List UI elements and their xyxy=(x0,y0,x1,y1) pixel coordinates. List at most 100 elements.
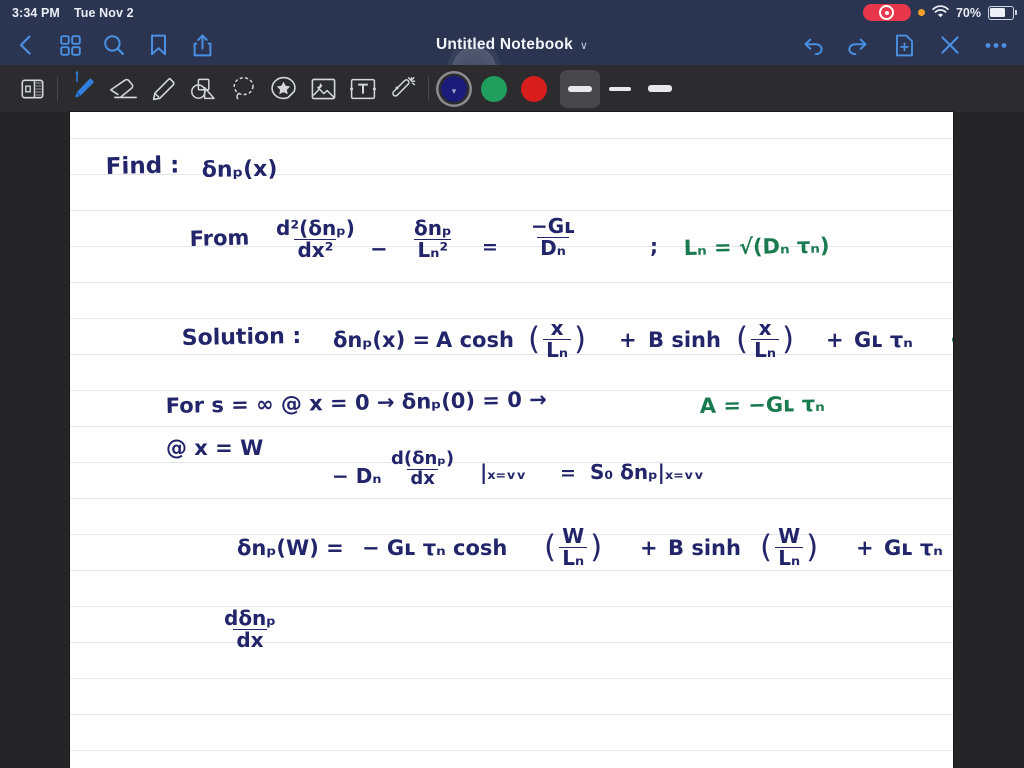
note-eq2-numerator: δnₚ xyxy=(414,216,452,240)
shapes-tool[interactable] xyxy=(183,70,223,108)
wifi-icon xyxy=(932,4,949,21)
note-boundary-condition-1-result: A = −Gʟ τₙ xyxy=(699,391,825,418)
chevron-down-icon: ▾ xyxy=(451,86,457,96)
note-solution-plus2: + xyxy=(826,328,844,352)
status-time: 3:34 PM xyxy=(12,5,60,20)
note-bc2-denominator: dx xyxy=(407,468,438,489)
status-right-cluster: 70% xyxy=(862,4,1017,21)
note-dnpw-plus1: + xyxy=(640,536,658,560)
note-page[interactable]: Find : δnₚ(x) From d²(δnₚ) dx² − δnₚ Lₙ² xyxy=(70,112,953,768)
note-eq1-denominator: dx² xyxy=(294,238,337,261)
note-dnpw-arg2: ( W Lₙ ) xyxy=(760,524,819,570)
color-swatch-red[interactable] xyxy=(514,70,554,108)
note-eq1-minus: − xyxy=(370,237,388,261)
battery-percent: 70% xyxy=(955,5,981,20)
note-dnpw-plus2: + xyxy=(856,536,874,560)
tool-palette: ▾ xyxy=(0,65,1024,112)
note-semicolon: ; xyxy=(650,234,658,258)
note-dnpw-arg1: ( W Lₙ ) xyxy=(544,524,603,570)
note-eq1-numerator: d²(δnₚ) xyxy=(276,216,355,240)
note-solution-term2: B sinh xyxy=(648,328,721,352)
chevron-down-icon[interactable]: ∨ xyxy=(580,40,588,52)
note-find-label: Find : xyxy=(105,152,180,180)
pen-pin-indicator xyxy=(75,70,79,82)
note-eq1-equals: = xyxy=(482,236,498,258)
toolbar-divider xyxy=(57,76,58,101)
note-eq2-fraction: δnₚ Lₙ² xyxy=(408,218,458,261)
note-solution-term3: Gʟ τₙ xyxy=(854,328,913,352)
note-solution-term1: A cosh xyxy=(436,328,514,352)
page-title[interactable]: Untitled Notebook xyxy=(436,36,573,54)
toolbar-divider-2 xyxy=(428,76,429,101)
note-solution-label: Solution : xyxy=(181,323,302,351)
note-dnpw-arg1-den: Lₙ xyxy=(559,546,588,569)
note-bc2-equals: = xyxy=(560,462,576,484)
note-dnpw-term2: B sinh xyxy=(668,536,741,560)
note-derivative-denominator: dx xyxy=(233,628,267,651)
note-dnpw-arg2-den: Lₙ xyxy=(775,546,804,569)
note-bc2-rhs: S₀ δnₚ|ₓ₌ᵥᵥ xyxy=(590,460,704,484)
note-dnpw-term3: Gʟ τₙ xyxy=(884,536,943,560)
note-from-label: From xyxy=(189,225,250,251)
bookmark-button[interactable] xyxy=(146,33,170,57)
note-bc2-derivative: d(δnₚ) dx xyxy=(385,448,460,489)
note-check-mark: ✓ xyxy=(946,324,953,354)
back-button[interactable] xyxy=(14,33,38,57)
eraser-tool[interactable] xyxy=(103,70,143,108)
screen-record-icon[interactable] xyxy=(862,4,911,21)
note-eq3-numerator: −Gʟ xyxy=(531,214,575,238)
handwritten-ink-layer: Find : δnₚ(x) From d²(δnₚ) dx² − δnₚ Lₙ² xyxy=(70,112,953,768)
note-derivative-numerator: dδnₚ xyxy=(224,606,276,630)
text-box-tool[interactable] xyxy=(343,70,383,108)
nav-right-group xyxy=(800,33,1008,57)
note-boundary-condition-1: For s = ∞ @ x = 0 → δnₚ(0) = 0 → xyxy=(165,387,547,418)
note-boundary-condition-2-label: @ x = W xyxy=(166,436,264,460)
note-bc2-numerator: d(δnₚ) xyxy=(391,448,455,469)
note-bc2-eval-left: |ₓ₌ᵥᵥ xyxy=(480,460,527,484)
note-dnpw-arg1-num: W xyxy=(562,524,585,548)
orange-privacy-dot-icon xyxy=(917,9,925,16)
note-derivative-fraction: dδnₚ dx xyxy=(218,608,282,651)
note-bc2-lhs-prefix: − Dₙ xyxy=(332,464,382,488)
pen-tool[interactable] xyxy=(63,70,103,108)
status-bar: 3:34 PM Tue Nov 2 70% xyxy=(0,0,1024,25)
undo-button[interactable] xyxy=(800,33,824,57)
note-solution-arg2: ( x Lₙ ) xyxy=(736,316,795,362)
nav-left-group xyxy=(14,33,214,57)
thickness-medium[interactable] xyxy=(600,70,640,108)
note-eq2-denominator: Lₙ² xyxy=(414,238,452,261)
image-tool[interactable] xyxy=(303,70,343,108)
share-button[interactable] xyxy=(190,33,214,57)
note-solution-arg1: ( x Lₙ ) xyxy=(528,316,587,362)
note-diffusion-length: Lₙ = √(Dₙ τₙ) xyxy=(683,233,830,260)
page-grid-button[interactable] xyxy=(58,33,82,57)
search-button[interactable] xyxy=(102,33,126,57)
laser-pointer-tool[interactable] xyxy=(383,70,423,108)
note-eq3-denominator: Dₙ xyxy=(537,236,569,259)
note-eq1-fraction: d²(δnₚ) dx² xyxy=(270,218,361,261)
note-dnpw-term1: − Gʟ τₙ cosh xyxy=(362,536,508,560)
note-solution-arg1-num: x xyxy=(550,316,564,340)
sticker-tool[interactable] xyxy=(263,70,303,108)
thickness-thin[interactable] xyxy=(640,70,680,108)
close-button[interactable] xyxy=(938,33,962,57)
lasso-tool[interactable] xyxy=(223,70,263,108)
note-dnpw-lhs: δnₚ(W) = xyxy=(237,536,344,560)
navigation-bar: Untitled Notebook ∨ xyxy=(0,25,1024,91)
note-solution-arg2-den: Lₙ xyxy=(751,338,779,361)
status-date: Tue Nov 2 xyxy=(73,5,134,20)
note-find-target: δnₚ(x) xyxy=(201,156,278,183)
highlighter-tool[interactable] xyxy=(143,70,183,108)
new-page-button[interactable] xyxy=(892,33,916,57)
battery-icon xyxy=(988,5,1017,20)
color-swatch-navy[interactable]: ▾ xyxy=(434,70,474,108)
redo-button[interactable] xyxy=(846,33,870,57)
note-canvas[interactable]: Find : δnₚ(x) From d²(δnₚ) dx² − δnₚ Lₙ² xyxy=(0,112,1024,768)
color-swatch-green[interactable] xyxy=(474,70,514,108)
more-button[interactable] xyxy=(984,33,1008,57)
note-solution-lhs: δnₚ(x) = xyxy=(333,328,431,352)
ipad-notability-window: 3:34 PM Tue Nov 2 70% Untitled Notebook … xyxy=(0,0,1024,768)
note-solution-arg2-num: x xyxy=(758,316,772,340)
sidebar-toggle[interactable] xyxy=(12,70,52,108)
thickness-thick[interactable] xyxy=(560,69,600,108)
